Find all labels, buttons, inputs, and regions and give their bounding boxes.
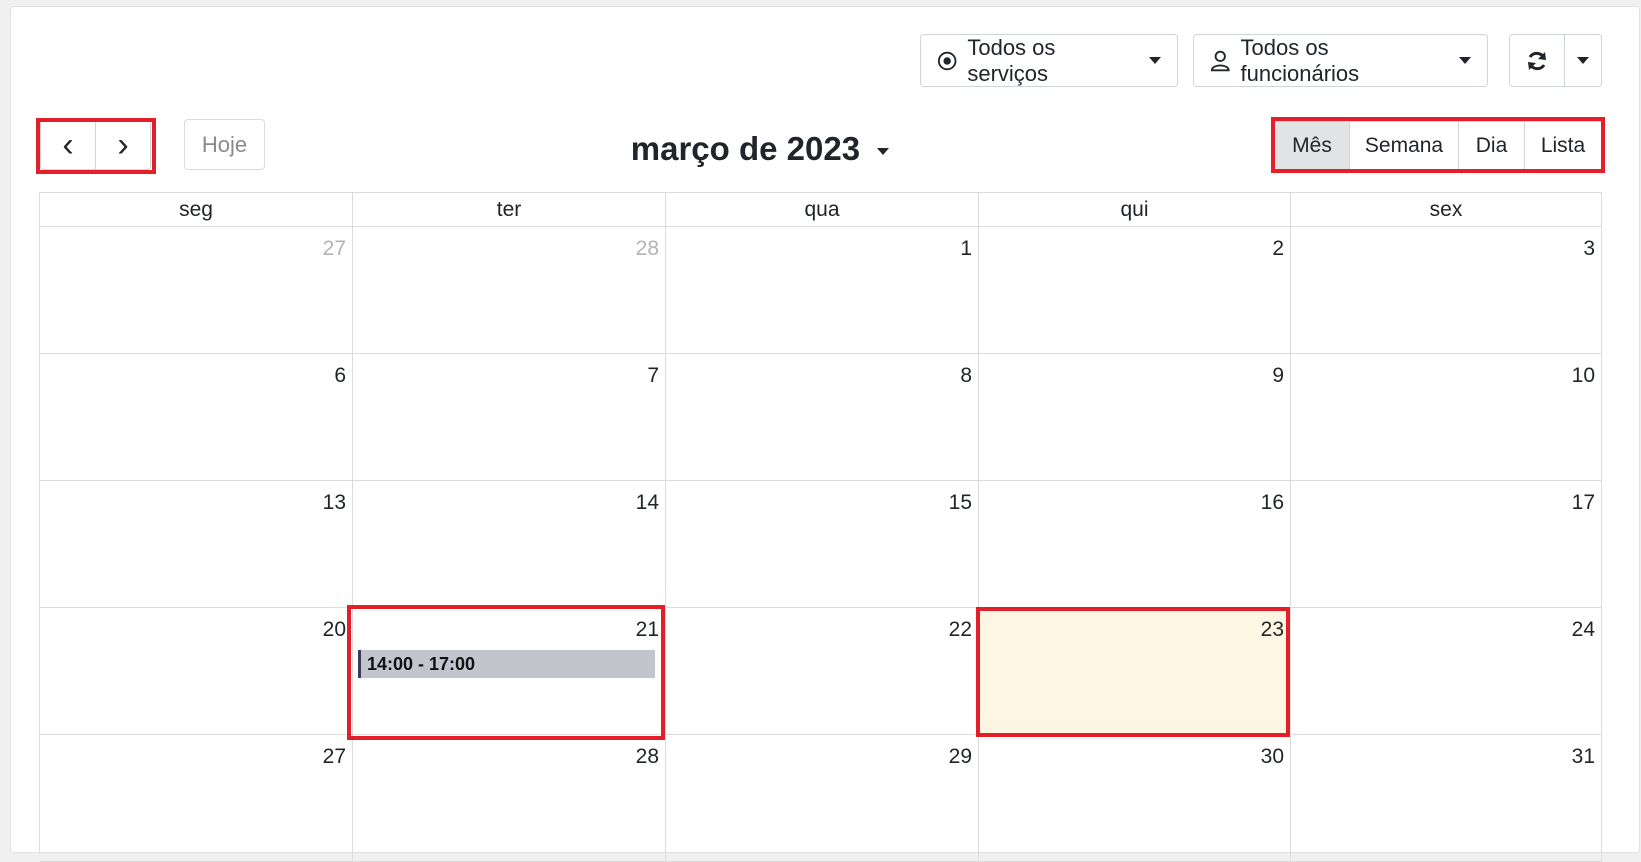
day-cell[interactable]: 22	[666, 608, 979, 735]
refresh-icon	[1528, 51, 1546, 70]
day-cell[interactable]: 24	[1291, 608, 1602, 735]
day-number: 14	[635, 491, 659, 514]
day-number: 2	[1272, 237, 1284, 260]
day-number: 3	[1583, 237, 1595, 260]
day-cell[interactable]: 7	[353, 354, 666, 481]
services-filter-button[interactable]: Todos os serviços	[920, 34, 1178, 87]
services-filter-label: Todos os serviços	[967, 34, 1056, 86]
view-day-button[interactable]: Dia	[1458, 121, 1525, 170]
day-number: 6	[334, 364, 346, 387]
day-cell[interactable]: 28	[353, 227, 666, 354]
day-cell[interactable]: 3	[1291, 227, 1602, 354]
day-number: 9	[1272, 364, 1284, 387]
day-number: 15	[948, 491, 972, 514]
day-number: 23	[1260, 618, 1284, 641]
day-cell[interactable]: 21 14:00 - 17:00	[353, 608, 666, 735]
day-number: 30	[1260, 745, 1284, 768]
weekday-header: qua	[666, 193, 979, 227]
day-number: 29	[948, 745, 972, 768]
day-number: 17	[1571, 491, 1595, 514]
day-cell[interactable]: 1	[666, 227, 979, 354]
day-number: 20	[322, 618, 346, 641]
refresh-button[interactable]	[1509, 34, 1565, 87]
day-number: 22	[948, 618, 972, 641]
view-month-button[interactable]: Mês	[1274, 121, 1350, 170]
view-list-button[interactable]: Lista	[1524, 121, 1602, 170]
day-cell[interactable]: 27	[40, 735, 353, 862]
day-number: 21	[635, 618, 659, 641]
day-number: 8	[960, 364, 972, 387]
caret-down-icon	[1149, 57, 1161, 64]
day-number: 13	[322, 491, 346, 514]
day-cell[interactable]: 27	[40, 227, 353, 354]
view-list-label: Lista	[1540, 133, 1586, 157]
caret-down-icon	[1459, 57, 1471, 64]
day-number: 1	[960, 237, 972, 260]
view-week-button[interactable]: Semana	[1349, 121, 1459, 170]
prev-button[interactable]: ‹	[40, 120, 96, 170]
day-number: 27	[322, 237, 346, 260]
weekday-header: qui	[979, 193, 1291, 227]
today-label: Hoje	[201, 131, 248, 157]
day-cell[interactable]: 16	[979, 481, 1291, 608]
caret-down-icon	[1577, 57, 1589, 64]
user-icon	[1210, 50, 1230, 71]
day-number: 27	[322, 745, 346, 768]
next-button[interactable]: ›	[95, 120, 151, 170]
day-cell[interactable]: 29	[666, 735, 979, 862]
weekday-header: seg	[40, 193, 353, 227]
refresh-options-button[interactable]	[1564, 34, 1602, 87]
day-cell[interactable]: 14	[353, 481, 666, 608]
weekday-header: ter	[353, 193, 666, 227]
chevron-right-icon: ›	[117, 125, 129, 164]
calendar-title[interactable]: março de 2023	[600, 130, 920, 168]
view-month-label: Mês	[1292, 133, 1332, 157]
day-number: 16	[1260, 491, 1284, 514]
month-grid: seg ter qua qui sex 27 28 1 2 3 6 7 8 9 …	[39, 192, 1602, 862]
day-number: 10	[1571, 364, 1595, 387]
employees-filter-label: Todos os funcionários	[1240, 34, 1360, 86]
today-button[interactable]: Hoje	[184, 119, 265, 170]
day-cell[interactable]: 20	[40, 608, 353, 735]
day-number: 24	[1571, 618, 1595, 641]
today-cell[interactable]: 23	[979, 608, 1291, 735]
day-cell[interactable]: 8	[666, 354, 979, 481]
day-number: 28	[635, 745, 659, 768]
calendar-event[interactable]: 14:00 - 17:00	[358, 650, 655, 678]
day-cell[interactable]: 28	[353, 735, 666, 862]
day-cell[interactable]: 2	[979, 227, 1291, 354]
chevron-left-icon: ‹	[62, 125, 74, 164]
day-cell[interactable]: 15	[666, 481, 979, 608]
day-cell[interactable]: 17	[1291, 481, 1602, 608]
day-number: 31	[1571, 745, 1595, 768]
day-number: 28	[635, 237, 659, 260]
day-cell[interactable]: 6	[40, 354, 353, 481]
day-cell[interactable]: 9	[979, 354, 1291, 481]
view-day-label: Dia	[1475, 133, 1508, 157]
target-icon	[937, 51, 957, 70]
day-cell[interactable]: 31	[1291, 735, 1602, 862]
day-number: 7	[647, 364, 659, 387]
view-week-label: Semana	[1364, 133, 1444, 157]
view-switcher: Mês Semana Dia Lista	[1274, 121, 1602, 170]
calendar-title-text: março de 2023	[630, 130, 861, 167]
weekday-header: sex	[1291, 193, 1602, 227]
caret-down-icon	[877, 147, 890, 155]
day-cell[interactable]: 10	[1291, 354, 1602, 481]
day-cell[interactable]: 13	[40, 481, 353, 608]
day-cell[interactable]: 30	[979, 735, 1291, 862]
employees-filter-button[interactable]: Todos os funcionários	[1193, 34, 1488, 87]
